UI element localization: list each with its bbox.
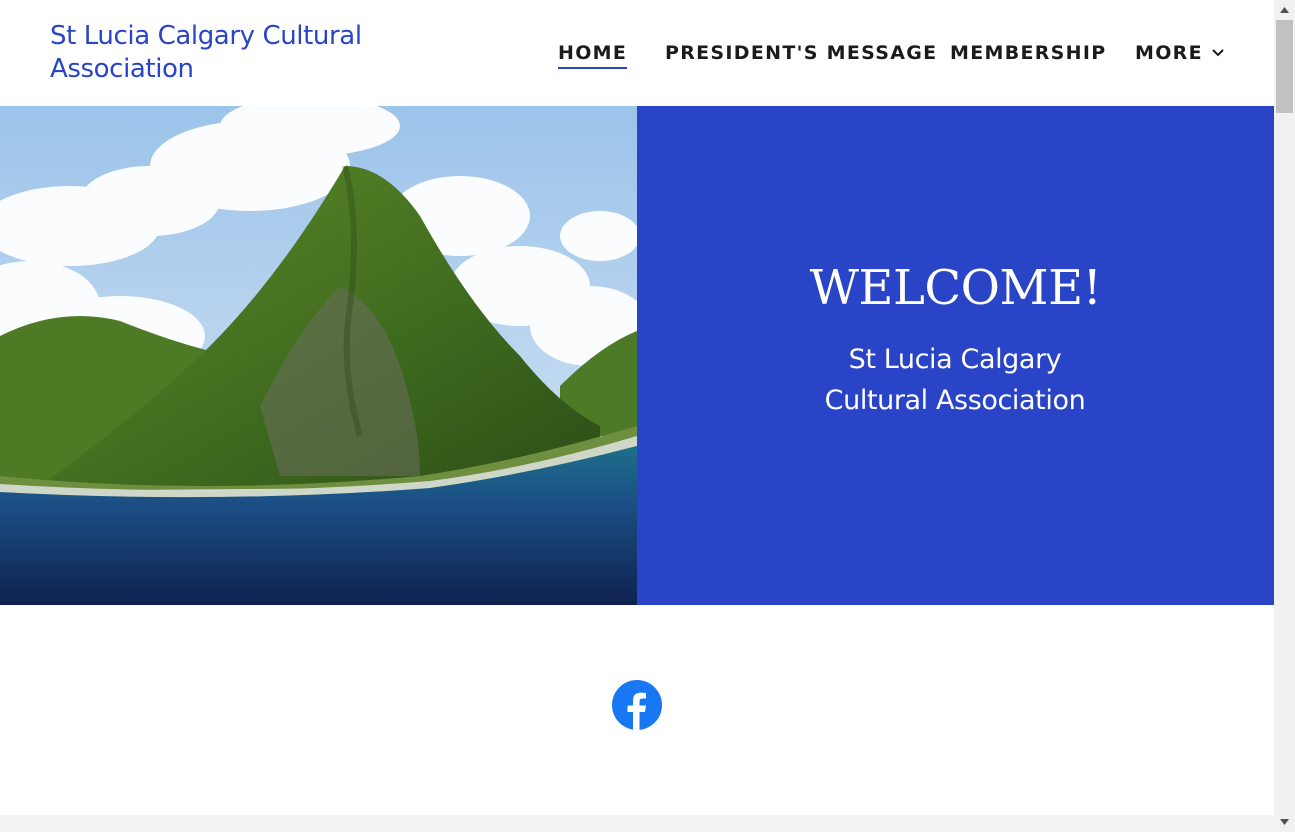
welcome-heading: WELCOME! (809, 260, 1102, 316)
welcome-panel: WELCOME! St Lucia Calgary Cultural Assoc… (637, 106, 1274, 605)
nav-item-home[interactable]: HOME (558, 40, 628, 69)
chevron-down-icon (1212, 49, 1224, 57)
footer-strip (0, 815, 1274, 832)
page-scrollbar[interactable] (1274, 0, 1295, 832)
pitons-mountain-image (0, 106, 637, 605)
main-nav: HOME PRESIDENT'S MESSAGE MEMBERSHIP MORE (0, 40, 1274, 70)
scroll-up-arrow-icon[interactable] (1279, 6, 1290, 14)
facebook-link[interactable] (612, 680, 662, 730)
nav-item-more[interactable]: MORE (1135, 40, 1225, 66)
hero-section: WELCOME! St Lucia Calgary Cultural Assoc… (0, 106, 1274, 605)
welcome-subheading: St Lucia Calgary Cultural Association (824, 344, 1086, 416)
nav-item-membership[interactable]: MEMBERSHIP (950, 40, 1106, 66)
nav-item-presidents-message[interactable]: PRESIDENT'S MESSAGE (665, 40, 937, 66)
scrollbar-thumb[interactable] (1276, 20, 1293, 113)
facebook-icon (612, 680, 662, 730)
nav-item-more-label: MORE (1135, 42, 1203, 64)
hero-image (0, 106, 637, 605)
page: St Lucia Calgary Cultural Association HO… (0, 0, 1274, 832)
site-header: St Lucia Calgary Cultural Association HO… (0, 0, 1274, 106)
scroll-down-arrow-icon[interactable] (1279, 818, 1290, 826)
